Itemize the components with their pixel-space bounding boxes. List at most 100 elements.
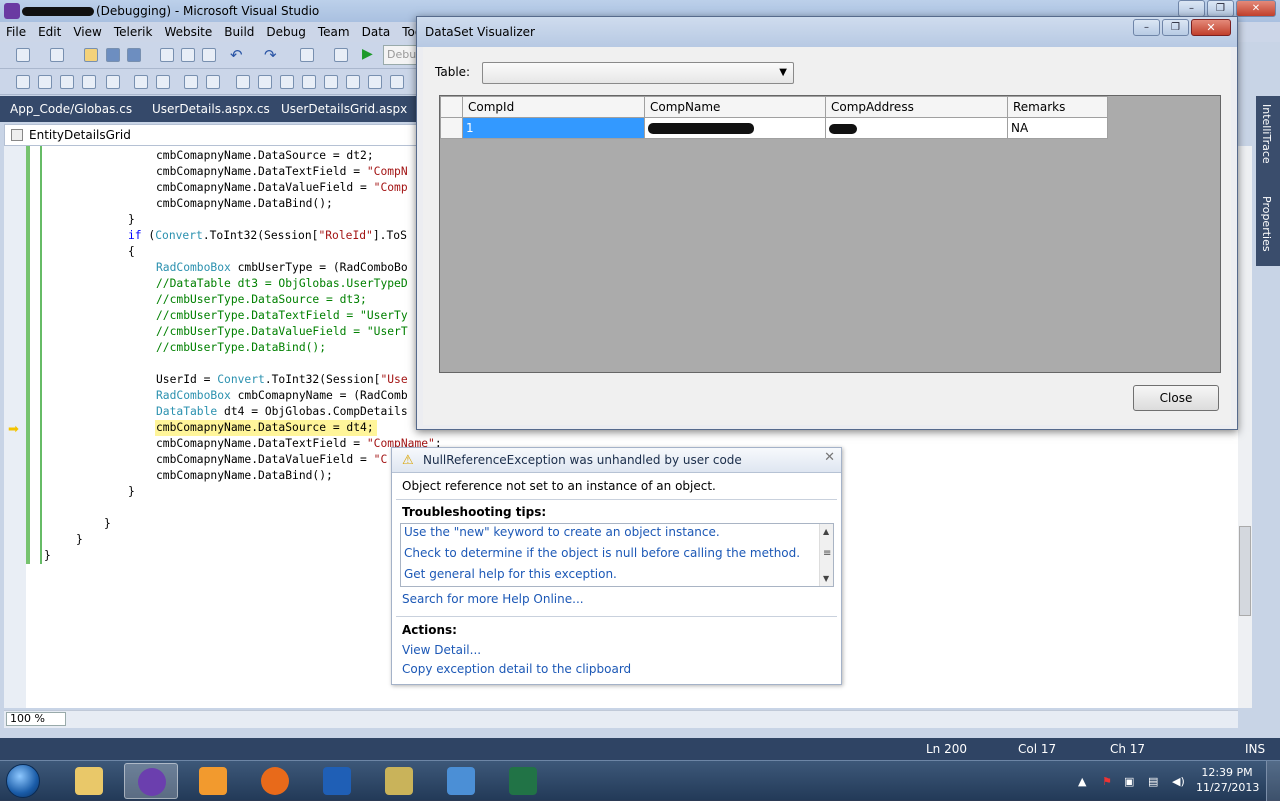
media-player-button[interactable] (186, 763, 240, 799)
cell-compname[interactable] (644, 117, 826, 139)
cell-remarks[interactable]: NA (1007, 117, 1108, 139)
search-help-online-link[interactable]: Search for more Help Online... (402, 592, 584, 606)
menu-build[interactable]: Build (218, 22, 260, 42)
view-detail-link[interactable]: View Detail... (402, 643, 481, 657)
menu-file[interactable]: File (0, 22, 32, 42)
maximize-button[interactable]: ❐ (1162, 19, 1189, 36)
new-project-icon[interactable] (16, 48, 30, 62)
scroll-down-icon[interactable]: ▼ (823, 574, 829, 583)
show-hidden-icons-icon[interactable]: ▲ (1078, 775, 1086, 788)
minimize-button[interactable]: – (1178, 0, 1205, 17)
toolbar-icon[interactable] (82, 75, 96, 89)
divider (396, 616, 837, 617)
minimize-button[interactable]: – (1133, 19, 1160, 36)
start-button[interactable] (6, 764, 40, 798)
indent-icon[interactable] (156, 75, 170, 89)
bookmark-icon[interactable] (302, 75, 316, 89)
toolbar-icon[interactable] (106, 75, 120, 89)
menu-debug[interactable]: Debug (260, 22, 311, 42)
scroll-up-icon[interactable]: ▲ (823, 527, 829, 536)
menu-website[interactable]: Website (158, 22, 218, 42)
tab-intellitrace[interactable]: IntelliTrace (1260, 104, 1273, 164)
windows-explorer-button[interactable] (62, 763, 116, 799)
types-dropdown[interactable]: EntityDetailsGrid (4, 124, 420, 146)
menu-data[interactable]: Data (356, 22, 397, 42)
uncomment-icon[interactable] (206, 75, 220, 89)
firefox-button[interactable] (248, 763, 302, 799)
code-line: //cmbUserType.DataSource = dt3; (156, 293, 367, 306)
outlook-button[interactable] (310, 763, 364, 799)
editor-vertical-scrollbar[interactable] (1238, 146, 1252, 708)
scrollbar-thumb[interactable] (1239, 526, 1251, 616)
cut-icon[interactable] (160, 48, 174, 62)
data-grid[interactable]: CompId CompName CompAddress Remarks 1 NA (439, 95, 1221, 373)
cell-compaddress[interactable] (825, 117, 1008, 139)
visual-studio-button[interactable] (124, 763, 178, 799)
tab-userdetails-aspx-cs[interactable]: UserDetails.aspx.cs (152, 96, 270, 122)
zoom-dropdown[interactable]: 100 % (6, 712, 66, 726)
save-icon[interactable] (106, 48, 120, 62)
redo-icon[interactable]: ↷ (264, 46, 277, 64)
tip-link[interactable]: Use the "new" keyword to create an objec… (404, 525, 720, 539)
toolbar-icon[interactable] (38, 75, 52, 89)
outdent-icon[interactable] (134, 75, 148, 89)
toolbar-icon[interactable] (60, 75, 74, 89)
menu-team[interactable]: Team (312, 22, 356, 42)
menu-telerik[interactable]: Telerik (108, 22, 159, 42)
editor-bottom-bar (4, 710, 1238, 728)
network-icon[interactable]: ▤ (1148, 775, 1158, 788)
copy-exception-link[interactable]: Copy exception detail to the clipboard (402, 662, 631, 676)
bookmark-icon[interactable] (324, 75, 338, 89)
save-all-icon[interactable] (127, 48, 141, 62)
bookmark-icon[interactable] (368, 75, 382, 89)
tab-userdetailsgrid-aspx[interactable]: UserDetailsGrid.aspx (281, 96, 407, 122)
open-folder-icon[interactable] (84, 48, 98, 62)
add-item-icon[interactable] (50, 48, 64, 62)
virtualbox-button[interactable] (434, 763, 488, 799)
copy-icon[interactable] (181, 48, 195, 62)
tools-button[interactable] (372, 763, 426, 799)
close-icon[interactable]: ✕ (824, 450, 835, 465)
scroll-thumb-icon[interactable]: ≡ (823, 548, 831, 559)
column-header-compid[interactable]: CompId (462, 96, 645, 118)
bookmark-icon[interactable] (390, 75, 404, 89)
paste-icon[interactable] (202, 48, 216, 62)
tips-scrollbar[interactable]: ▲ ≡ ▼ (819, 524, 833, 586)
bookmark-prev-icon[interactable] (258, 75, 272, 89)
comment-icon[interactable] (184, 75, 198, 89)
maximize-button[interactable]: ❐ (1207, 0, 1234, 17)
code-line: UserId = Convert.ToInt32(Session["Use (156, 373, 408, 386)
column-header-compaddress[interactable]: CompAddress (825, 96, 1008, 118)
toolbar-icon[interactable] (16, 75, 30, 89)
navigate-forward-icon[interactable] (334, 48, 348, 62)
table-row[interactable]: 1 NA (440, 117, 1108, 139)
clock[interactable]: 12:39 PM 11/27/2013 (1196, 765, 1259, 795)
tab-globas-cs[interactable]: App_Code/Globas.cs (10, 96, 132, 122)
menu-edit[interactable]: Edit (32, 22, 67, 42)
table-select[interactable]: ▼ (482, 62, 794, 84)
tab-properties[interactable]: Properties (1260, 196, 1273, 252)
dialog-close-button[interactable]: ✕ (1191, 19, 1231, 36)
code-line: cmbComapnyName.DataValueField = "Comp (156, 181, 408, 194)
close-button[interactable]: ✕ (1236, 0, 1276, 17)
action-center-icon[interactable]: ⚑ (1102, 775, 1112, 788)
close-button[interactable]: Close (1133, 385, 1219, 411)
undo-icon[interactable]: ↶ (230, 46, 243, 64)
show-desktop-button[interactable] (1266, 761, 1280, 801)
bookmark-icon[interactable] (236, 75, 250, 89)
volume-icon[interactable]: ◀) (1172, 775, 1185, 788)
tip-link[interactable]: Check to determine if the object is null… (404, 546, 800, 560)
bookmark-next-icon[interactable] (280, 75, 294, 89)
menu-view[interactable]: View (67, 22, 107, 42)
start-debugging-icon[interactable]: ▶ (362, 46, 373, 62)
tip-link[interactable]: Get general help for this exception. (404, 567, 617, 581)
excel-button[interactable] (496, 763, 550, 799)
column-header-compname[interactable]: CompName (644, 96, 826, 118)
row-header[interactable] (440, 117, 463, 139)
navigate-icon[interactable] (300, 48, 314, 62)
bookmark-icon[interactable] (346, 75, 360, 89)
column-header-remarks[interactable]: Remarks (1007, 96, 1108, 118)
device-icon[interactable]: ▣ (1124, 775, 1134, 788)
cell-compid[interactable]: 1 (462, 117, 645, 139)
code-line: } (44, 549, 51, 562)
